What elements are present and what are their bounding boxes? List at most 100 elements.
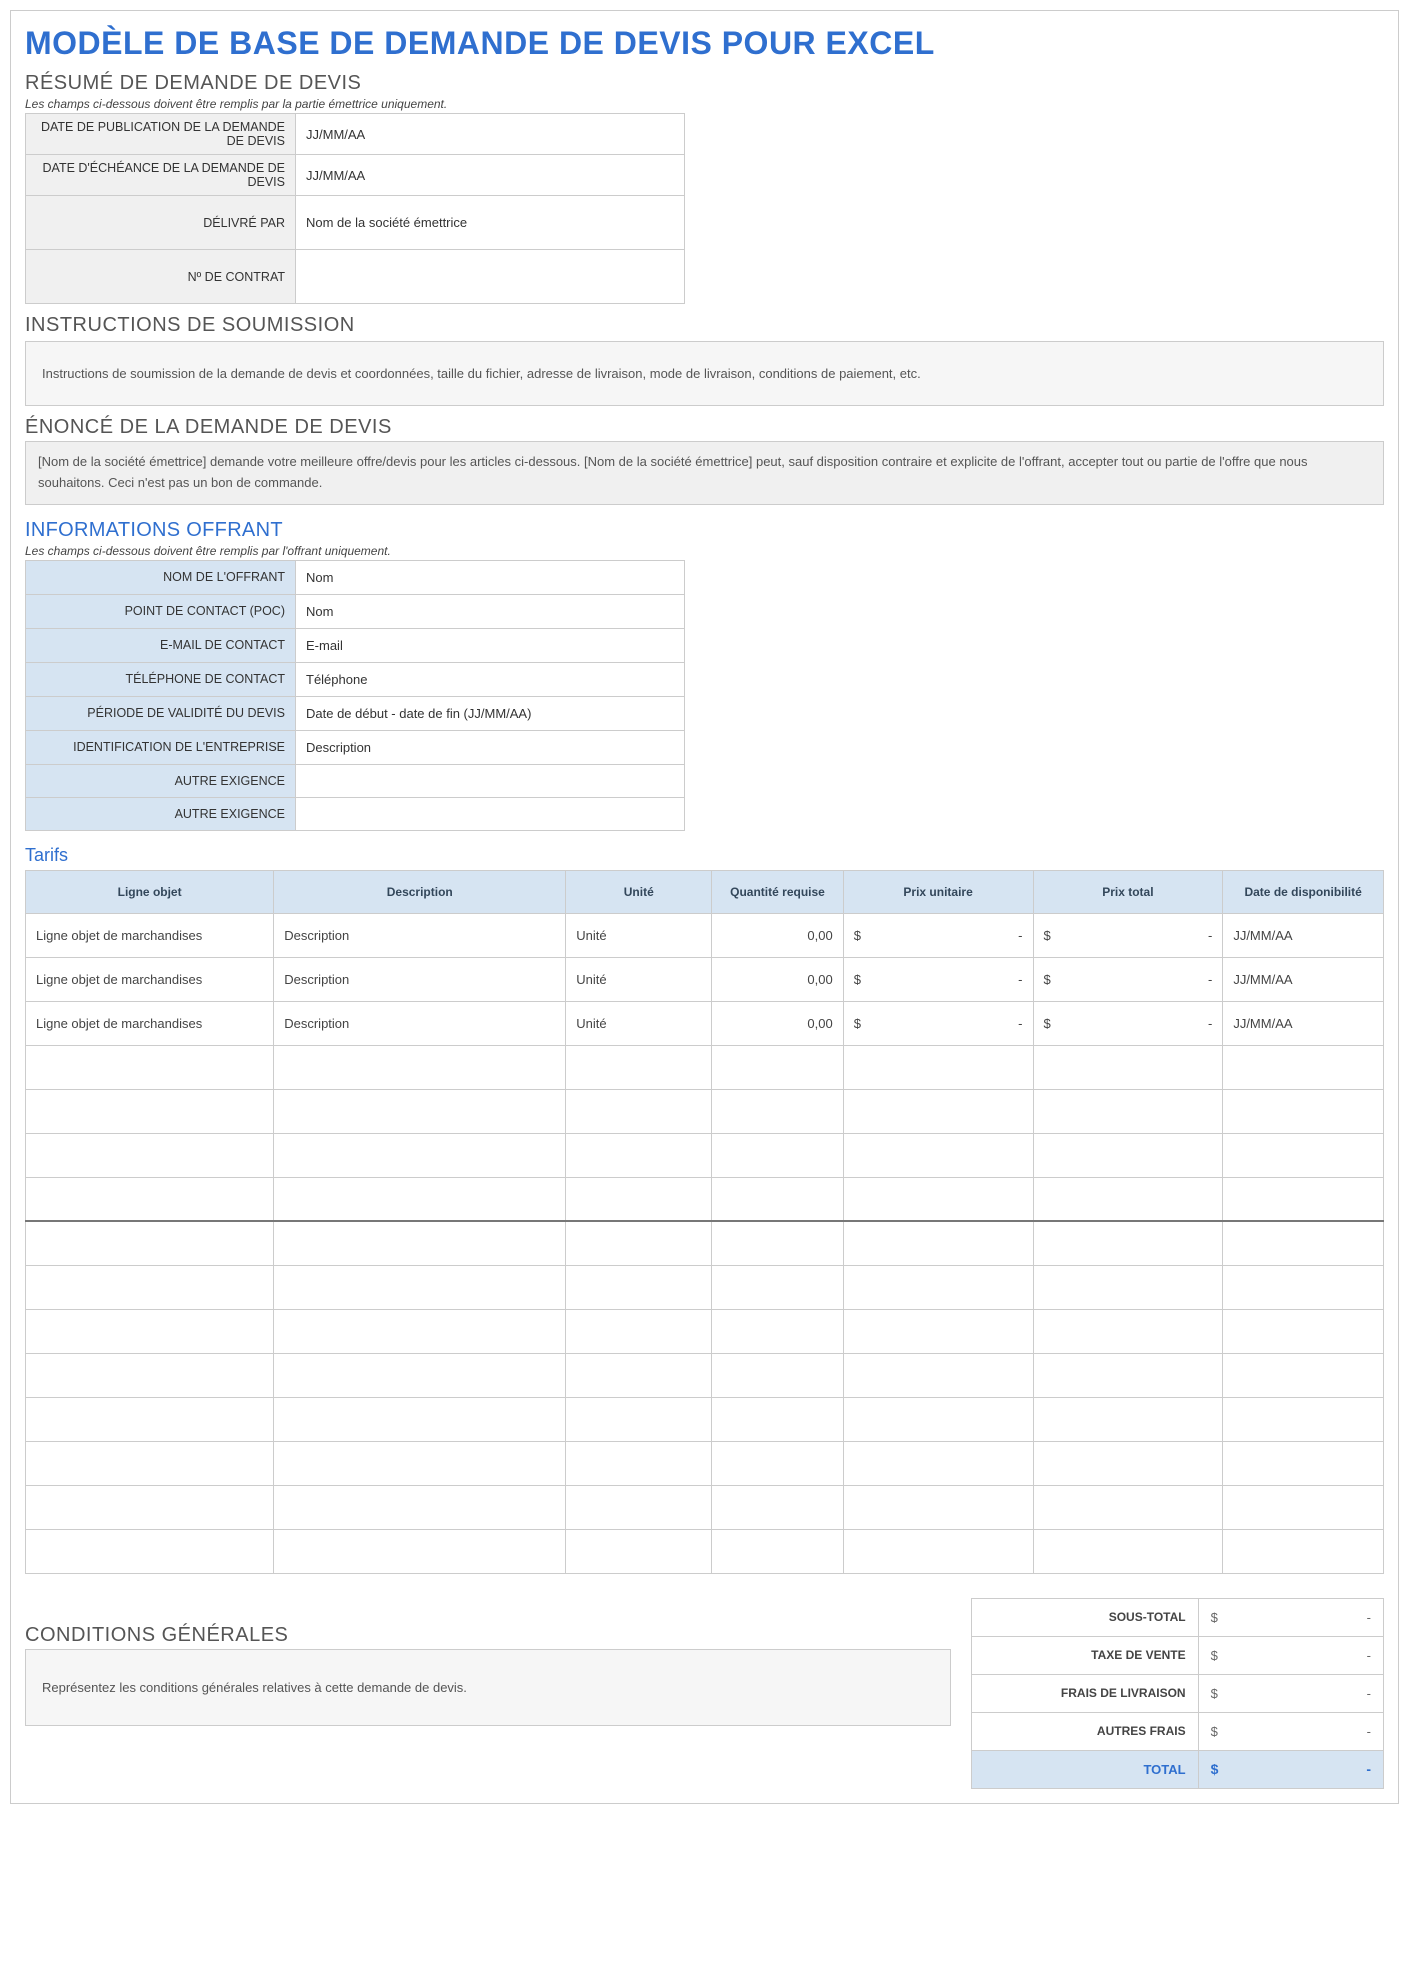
- pricing-empty-cell[interactable]: [274, 1353, 566, 1397]
- summary-value[interactable]: [296, 250, 685, 304]
- pricing-qty-cell[interactable]: 0,00: [712, 913, 843, 957]
- pricing-empty-cell[interactable]: [843, 1309, 1033, 1353]
- pricing-empty-cell[interactable]: [1223, 1353, 1384, 1397]
- bidder-value[interactable]: Description: [296, 730, 685, 764]
- pricing-empty-cell[interactable]: [566, 1441, 712, 1485]
- pricing-empty-cell[interactable]: [712, 1265, 843, 1309]
- pricing-empty-cell[interactable]: [1033, 1353, 1223, 1397]
- pricing-money-cell[interactable]: $-: [843, 1001, 1033, 1045]
- pricing-empty-cell[interactable]: [566, 1309, 712, 1353]
- pricing-empty-cell[interactable]: [843, 1045, 1033, 1089]
- pricing-empty-cell[interactable]: [566, 1265, 712, 1309]
- pricing-empty-cell[interactable]: [274, 1397, 566, 1441]
- pricing-empty-cell[interactable]: [712, 1441, 843, 1485]
- terms-body[interactable]: Représentez les conditions générales rel…: [25, 1649, 951, 1726]
- pricing-empty-cell[interactable]: [1223, 1177, 1384, 1221]
- pricing-empty-cell[interactable]: [274, 1177, 566, 1221]
- pricing-empty-cell[interactable]: [274, 1529, 566, 1573]
- pricing-empty-cell[interactable]: [712, 1133, 843, 1177]
- summary-value[interactable]: Nom de la société émettrice: [296, 196, 685, 250]
- pricing-empty-cell[interactable]: [1033, 1133, 1223, 1177]
- totals-value[interactable]: $-: [1198, 1636, 1383, 1674]
- totals-value[interactable]: $-: [1198, 1712, 1383, 1750]
- pricing-qty-cell[interactable]: 0,00: [712, 1001, 843, 1045]
- pricing-money-cell[interactable]: $-: [1033, 913, 1223, 957]
- pricing-empty-cell[interactable]: [26, 1045, 274, 1089]
- pricing-empty-cell[interactable]: [712, 1353, 843, 1397]
- pricing-empty-cell[interactable]: [274, 1089, 566, 1133]
- pricing-empty-cell[interactable]: [1033, 1397, 1223, 1441]
- pricing-empty-cell[interactable]: [566, 1485, 712, 1529]
- pricing-empty-cell[interactable]: [1033, 1309, 1223, 1353]
- pricing-empty-cell[interactable]: [1223, 1045, 1384, 1089]
- pricing-empty-cell[interactable]: [26, 1441, 274, 1485]
- pricing-desc-cell[interactable]: Description: [274, 913, 566, 957]
- pricing-unit-cell[interactable]: Unité: [566, 913, 712, 957]
- pricing-empty-cell[interactable]: [712, 1221, 843, 1265]
- pricing-money-cell[interactable]: $-: [843, 913, 1033, 957]
- bidder-value[interactable]: Nom: [296, 594, 685, 628]
- pricing-empty-cell[interactable]: [1033, 1221, 1223, 1265]
- pricing-empty-cell[interactable]: [566, 1045, 712, 1089]
- totals-value[interactable]: $-: [1198, 1598, 1383, 1636]
- pricing-empty-cell[interactable]: [1033, 1485, 1223, 1529]
- pricing-empty-cell[interactable]: [843, 1485, 1033, 1529]
- bidder-value[interactable]: Nom: [296, 560, 685, 594]
- pricing-empty-cell[interactable]: [843, 1441, 1033, 1485]
- pricing-avail-cell[interactable]: JJ/MM/AA: [1223, 913, 1384, 957]
- pricing-avail-cell[interactable]: JJ/MM/AA: [1223, 957, 1384, 1001]
- summary-value[interactable]: JJ/MM/AA: [296, 114, 685, 155]
- bidder-value[interactable]: [296, 764, 685, 797]
- pricing-avail-cell[interactable]: JJ/MM/AA: [1223, 1001, 1384, 1045]
- pricing-empty-cell[interactable]: [1223, 1485, 1384, 1529]
- pricing-empty-cell[interactable]: [566, 1089, 712, 1133]
- pricing-empty-cell[interactable]: [712, 1045, 843, 1089]
- pricing-empty-cell[interactable]: [26, 1529, 274, 1573]
- pricing-empty-cell[interactable]: [843, 1397, 1033, 1441]
- pricing-empty-cell[interactable]: [712, 1089, 843, 1133]
- pricing-empty-cell[interactable]: [1223, 1221, 1384, 1265]
- totals-value[interactable]: $-: [1198, 1674, 1383, 1712]
- pricing-empty-cell[interactable]: [26, 1353, 274, 1397]
- pricing-empty-cell[interactable]: [274, 1441, 566, 1485]
- pricing-empty-cell[interactable]: [26, 1221, 274, 1265]
- pricing-empty-cell[interactable]: [566, 1221, 712, 1265]
- pricing-empty-cell[interactable]: [1223, 1089, 1384, 1133]
- bidder-value[interactable]: Date de début - date de fin (JJ/MM/AA): [296, 696, 685, 730]
- pricing-empty-cell[interactable]: [1033, 1441, 1223, 1485]
- pricing-empty-cell[interactable]: [274, 1133, 566, 1177]
- instructions-body[interactable]: Instructions de soumission de la demande…: [25, 341, 1384, 406]
- pricing-empty-cell[interactable]: [274, 1265, 566, 1309]
- pricing-empty-cell[interactable]: [1033, 1177, 1223, 1221]
- pricing-empty-cell[interactable]: [843, 1265, 1033, 1309]
- pricing-empty-cell[interactable]: [712, 1485, 843, 1529]
- pricing-empty-cell[interactable]: [26, 1089, 274, 1133]
- pricing-empty-cell[interactable]: [1033, 1089, 1223, 1133]
- pricing-empty-cell[interactable]: [1033, 1045, 1223, 1089]
- pricing-empty-cell[interactable]: [712, 1529, 843, 1573]
- pricing-empty-cell[interactable]: [566, 1133, 712, 1177]
- pricing-empty-cell[interactable]: [26, 1309, 274, 1353]
- pricing-money-cell[interactable]: $-: [1033, 957, 1223, 1001]
- pricing-unit-cell[interactable]: Unité: [566, 957, 712, 1001]
- pricing-empty-cell[interactable]: [566, 1177, 712, 1221]
- pricing-empty-cell[interactable]: [1223, 1441, 1384, 1485]
- pricing-item-cell[interactable]: Ligne objet de marchandises: [26, 957, 274, 1001]
- pricing-empty-cell[interactable]: [843, 1353, 1033, 1397]
- pricing-empty-cell[interactable]: [26, 1485, 274, 1529]
- pricing-empty-cell[interactable]: [843, 1089, 1033, 1133]
- pricing-empty-cell[interactable]: [843, 1133, 1033, 1177]
- pricing-empty-cell[interactable]: [843, 1221, 1033, 1265]
- pricing-empty-cell[interactable]: [712, 1177, 843, 1221]
- pricing-unit-cell[interactable]: Unité: [566, 1001, 712, 1045]
- pricing-empty-cell[interactable]: [566, 1353, 712, 1397]
- pricing-empty-cell[interactable]: [26, 1265, 274, 1309]
- pricing-empty-cell[interactable]: [1223, 1529, 1384, 1573]
- pricing-qty-cell[interactable]: 0,00: [712, 957, 843, 1001]
- pricing-empty-cell[interactable]: [712, 1309, 843, 1353]
- pricing-empty-cell[interactable]: [566, 1397, 712, 1441]
- summary-value[interactable]: JJ/MM/AA: [296, 155, 685, 196]
- pricing-empty-cell[interactable]: [1223, 1133, 1384, 1177]
- pricing-empty-cell[interactable]: [26, 1133, 274, 1177]
- pricing-empty-cell[interactable]: [274, 1221, 566, 1265]
